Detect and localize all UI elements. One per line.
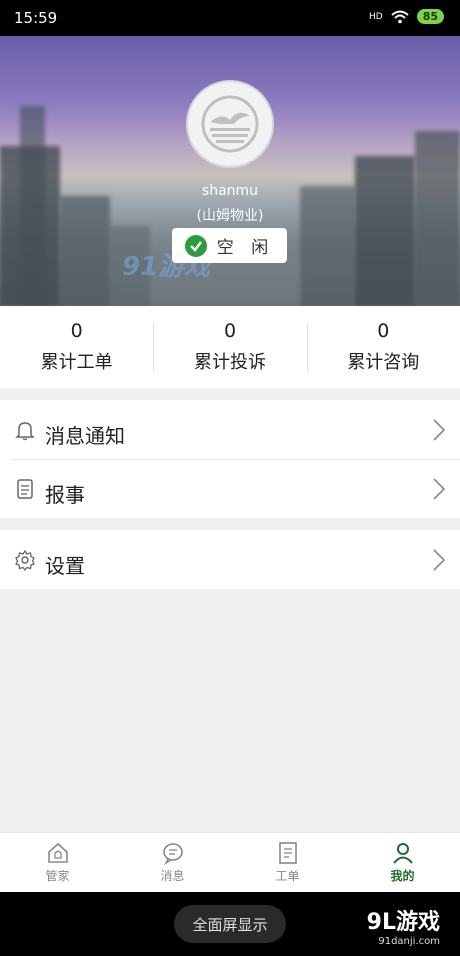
fullscreen-button[interactable]: 全面屏显示 bbox=[174, 905, 286, 943]
stat-value: 0 bbox=[377, 320, 390, 342]
stat-label: 累计工单 bbox=[40, 352, 113, 373]
person-icon bbox=[392, 843, 413, 864]
status-time: 15:59 bbox=[14, 9, 58, 27]
logo-sub-text: 91danji.com bbox=[378, 936, 440, 947]
company-name: (山姆物业) bbox=[196, 208, 264, 224]
status-toggle[interactable]: 空 闲 bbox=[172, 228, 287, 263]
profile-header: shanmu (山姆物业) 91游戏 空 闲 bbox=[0, 36, 460, 306]
system-nav-bar: 全面屏显示 9L游戏 91danji.com bbox=[0, 892, 460, 956]
chat-icon bbox=[162, 843, 183, 865]
site-logo: 9L游戏 91danji.com bbox=[367, 904, 440, 947]
menu-item-label: 消息通知 bbox=[45, 424, 125, 448]
house-icon bbox=[47, 842, 68, 863]
check-icon bbox=[184, 234, 207, 257]
tab-label: 我的 bbox=[390, 869, 415, 883]
tab-messages[interactable]: 消息 bbox=[115, 833, 230, 892]
signal-icon: HD bbox=[368, 11, 383, 22]
menu-item-label: 报事 bbox=[45, 483, 85, 507]
avatar[interactable] bbox=[186, 80, 274, 168]
chevron-right-icon bbox=[433, 549, 446, 571]
stat-work-orders[interactable]: 0 累计工单 bbox=[0, 306, 153, 388]
stat-value: 0 bbox=[70, 320, 83, 342]
menu-group-main: 消息通知 报事 bbox=[0, 400, 460, 518]
document-icon bbox=[278, 842, 297, 864]
stat-complaints[interactable]: 0 累计投诉 bbox=[153, 306, 306, 388]
clipboard-icon bbox=[17, 479, 33, 499]
stat-label: 累计咨询 bbox=[347, 352, 420, 373]
menu-item-report[interactable]: 报事 bbox=[0, 459, 460, 518]
menu-group-settings: 设置 bbox=[0, 530, 460, 589]
bell-icon bbox=[15, 422, 35, 441]
tab-work-orders[interactable]: 工单 bbox=[230, 833, 345, 892]
chevron-right-icon bbox=[433, 419, 446, 441]
bottom-tab-bar: 管家 消息 工单 我的 bbox=[0, 832, 460, 892]
stat-value: 0 bbox=[223, 320, 237, 342]
menu-item-settings[interactable]: 设置 bbox=[0, 530, 460, 589]
tab-label: 管家 bbox=[45, 869, 70, 883]
status-bar: 15:59 HD 85 bbox=[0, 0, 460, 36]
status-label: 空 闲 bbox=[216, 238, 275, 258]
tab-butler[interactable]: 管家 bbox=[0, 833, 115, 892]
tab-label: 消息 bbox=[160, 869, 185, 883]
menu-item-notifications[interactable]: 消息通知 bbox=[0, 400, 460, 459]
gear-icon bbox=[15, 549, 35, 571]
company-logo-icon bbox=[201, 95, 259, 153]
stat-inquiries[interactable]: 0 累计咨询 bbox=[306, 306, 460, 388]
logo-main-text: 9L游戏 bbox=[366, 910, 440, 935]
username: shanmu bbox=[201, 183, 259, 199]
stat-label: 累计投诉 bbox=[193, 352, 266, 373]
wifi-icon bbox=[391, 10, 409, 23]
stats-panel: 0 累计工单 0 累计投诉 0 累计咨询 bbox=[0, 306, 460, 388]
tab-label: 工单 bbox=[275, 869, 300, 883]
chevron-right-icon bbox=[433, 478, 446, 500]
tab-mine[interactable]: 我的 bbox=[345, 833, 460, 892]
status-icons: HD 85 bbox=[369, 9, 444, 24]
menu-item-label: 设置 bbox=[45, 554, 85, 578]
battery-indicator: 85 bbox=[416, 9, 444, 24]
